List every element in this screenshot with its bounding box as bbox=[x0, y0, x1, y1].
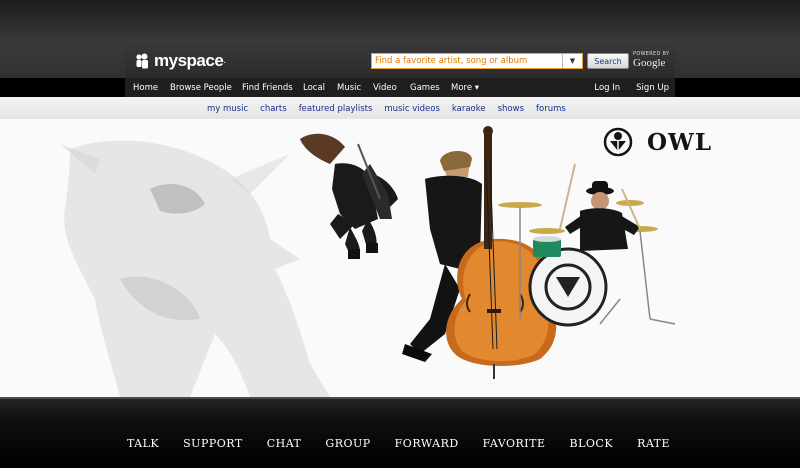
subnav-music-videos[interactable]: music videos bbox=[384, 104, 439, 114]
search-button[interactable]: Search bbox=[587, 53, 629, 69]
google-logo: Google bbox=[633, 57, 666, 69]
nav-games[interactable]: Games bbox=[410, 83, 440, 93]
guitarist-figure bbox=[300, 133, 398, 259]
signup-link[interactable]: Sign Up bbox=[636, 83, 669, 93]
login-link[interactable]: Log In bbox=[594, 83, 620, 93]
owl-sketch-watermark bbox=[60, 140, 330, 397]
subnav-shows[interactable]: shows bbox=[498, 104, 524, 114]
subnav-forums[interactable]: forums bbox=[536, 104, 566, 114]
subnav-charts[interactable]: charts bbox=[260, 104, 287, 114]
action-talk[interactable]: TALK bbox=[127, 437, 159, 450]
action-favorite[interactable]: FAVORITE bbox=[483, 437, 546, 450]
music-sub-nav: my music charts featured playlists music… bbox=[207, 104, 566, 114]
action-chat[interactable]: CHAT bbox=[267, 437, 302, 450]
action-block[interactable]: BLOCK bbox=[570, 437, 614, 450]
action-forward[interactable]: FORWARD bbox=[395, 437, 459, 450]
nav-local[interactable]: Local bbox=[303, 83, 325, 93]
nav-more[interactable]: More ▾ bbox=[451, 83, 479, 93]
action-rate[interactable]: RATE bbox=[637, 437, 670, 450]
myspace-people-icon bbox=[136, 53, 148, 69]
owl-emblem-icon bbox=[603, 127, 633, 157]
myspace-logo[interactable]: myspace . bbox=[135, 51, 226, 71]
nav-video[interactable]: Video bbox=[373, 83, 397, 93]
nav-find-friends[interactable]: Find Friends bbox=[242, 83, 293, 93]
nav-home[interactable]: Home bbox=[133, 83, 158, 93]
drummer-figure bbox=[559, 163, 641, 251]
band-name: OWL bbox=[647, 128, 713, 156]
subnav-my-music[interactable]: my music bbox=[207, 104, 248, 114]
search-box[interactable]: ▼ bbox=[371, 53, 583, 69]
action-group[interactable]: GROUP bbox=[325, 437, 370, 450]
band-logo: OWL bbox=[603, 127, 712, 157]
logo-dot: . bbox=[223, 56, 227, 66]
profile-action-bar bbox=[0, 397, 800, 468]
nav-browse-people[interactable]: Browse People bbox=[170, 83, 232, 93]
action-support[interactable]: SUPPORT bbox=[183, 437, 243, 450]
profile-actions: TALK SUPPORT CHAT GROUP FORWARD FAVORITE… bbox=[0, 437, 800, 450]
search-input[interactable] bbox=[372, 54, 562, 68]
profile-actions-list: TALK SUPPORT CHAT GROUP FORWARD FAVORITE… bbox=[127, 437, 670, 450]
main-nav: Home Browse People Find Friends Local Mu… bbox=[125, 78, 675, 97]
band-hero-banner[interactable]: OWL bbox=[0, 119, 800, 397]
subnav-karaoke[interactable]: karaoke bbox=[452, 104, 486, 114]
divider bbox=[0, 397, 800, 399]
search-scope-dropdown[interactable]: ▼ bbox=[562, 54, 582, 68]
logo-wordmark: myspace bbox=[154, 51, 224, 70]
powered-by-google: POWERED BY Google bbox=[633, 52, 669, 69]
band-photo-illustration bbox=[60, 126, 676, 397]
subnav-featured-playlists[interactable]: featured playlists bbox=[299, 104, 373, 114]
auth-links: Log In Sign Up bbox=[594, 78, 669, 97]
nav-music[interactable]: Music bbox=[337, 83, 361, 93]
